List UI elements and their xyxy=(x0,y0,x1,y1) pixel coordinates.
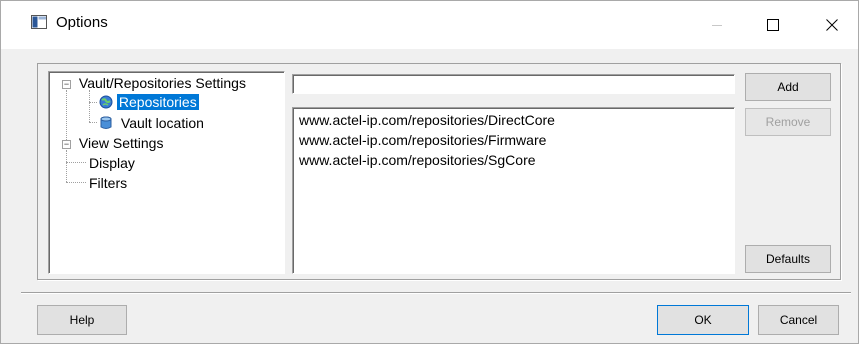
settings-tree[interactable]: − Vault/Repositories Settings Repositori… xyxy=(48,71,285,274)
maximize-button[interactable] xyxy=(750,1,796,49)
tree-node-filters[interactable]: Filters xyxy=(89,175,127,191)
ok-button[interactable]: OK xyxy=(657,305,749,335)
tree-line xyxy=(66,182,86,183)
close-icon xyxy=(826,19,838,31)
cancel-button[interactable]: Cancel xyxy=(758,305,839,335)
tree-line xyxy=(89,102,97,103)
repository-list[interactable]: www.actel-ip.com/repositories/DirectCore… xyxy=(292,107,735,274)
tree-line xyxy=(66,162,86,163)
close-button[interactable] xyxy=(809,1,855,49)
repository-url-input[interactable] xyxy=(292,74,735,94)
title-bar[interactable]: Options xyxy=(1,1,858,49)
window-icon xyxy=(31,15,47,29)
help-button[interactable]: Help xyxy=(37,305,127,335)
window-title: Options xyxy=(56,14,108,31)
tree-node-display[interactable]: Display xyxy=(89,155,135,171)
tree-node-label: Repositories xyxy=(116,94,199,110)
list-item[interactable]: www.actel-ip.com/repositories/SgCore xyxy=(299,152,536,168)
options-dialog: Options − Vault/Repositories Settings Re… xyxy=(0,0,859,344)
list-item[interactable]: www.actel-ip.com/repositories/Firmware xyxy=(299,132,546,148)
tree-node-vault-repositories-settings[interactable]: − Vault/Repositories Settings xyxy=(62,75,246,91)
add-button[interactable]: Add xyxy=(745,73,831,101)
tree-node-repositories[interactable]: Repositories xyxy=(99,94,199,112)
globe-icon xyxy=(99,95,113,112)
tree-line xyxy=(89,90,90,122)
database-icon xyxy=(99,116,113,133)
separator xyxy=(21,292,851,294)
collapse-icon[interactable]: − xyxy=(62,80,71,89)
tree-line xyxy=(89,122,97,123)
tree-line xyxy=(66,150,67,182)
defaults-button[interactable]: Defaults xyxy=(745,245,831,273)
tree-node-vault-location[interactable]: Vault location xyxy=(99,115,204,133)
tree-node-view-settings[interactable]: − View Settings xyxy=(62,135,163,151)
list-item[interactable]: www.actel-ip.com/repositories/DirectCore xyxy=(299,112,555,128)
remove-button[interactable]: Remove xyxy=(745,108,831,136)
minimize-button[interactable] xyxy=(694,1,740,49)
collapse-icon[interactable]: − xyxy=(62,140,71,149)
